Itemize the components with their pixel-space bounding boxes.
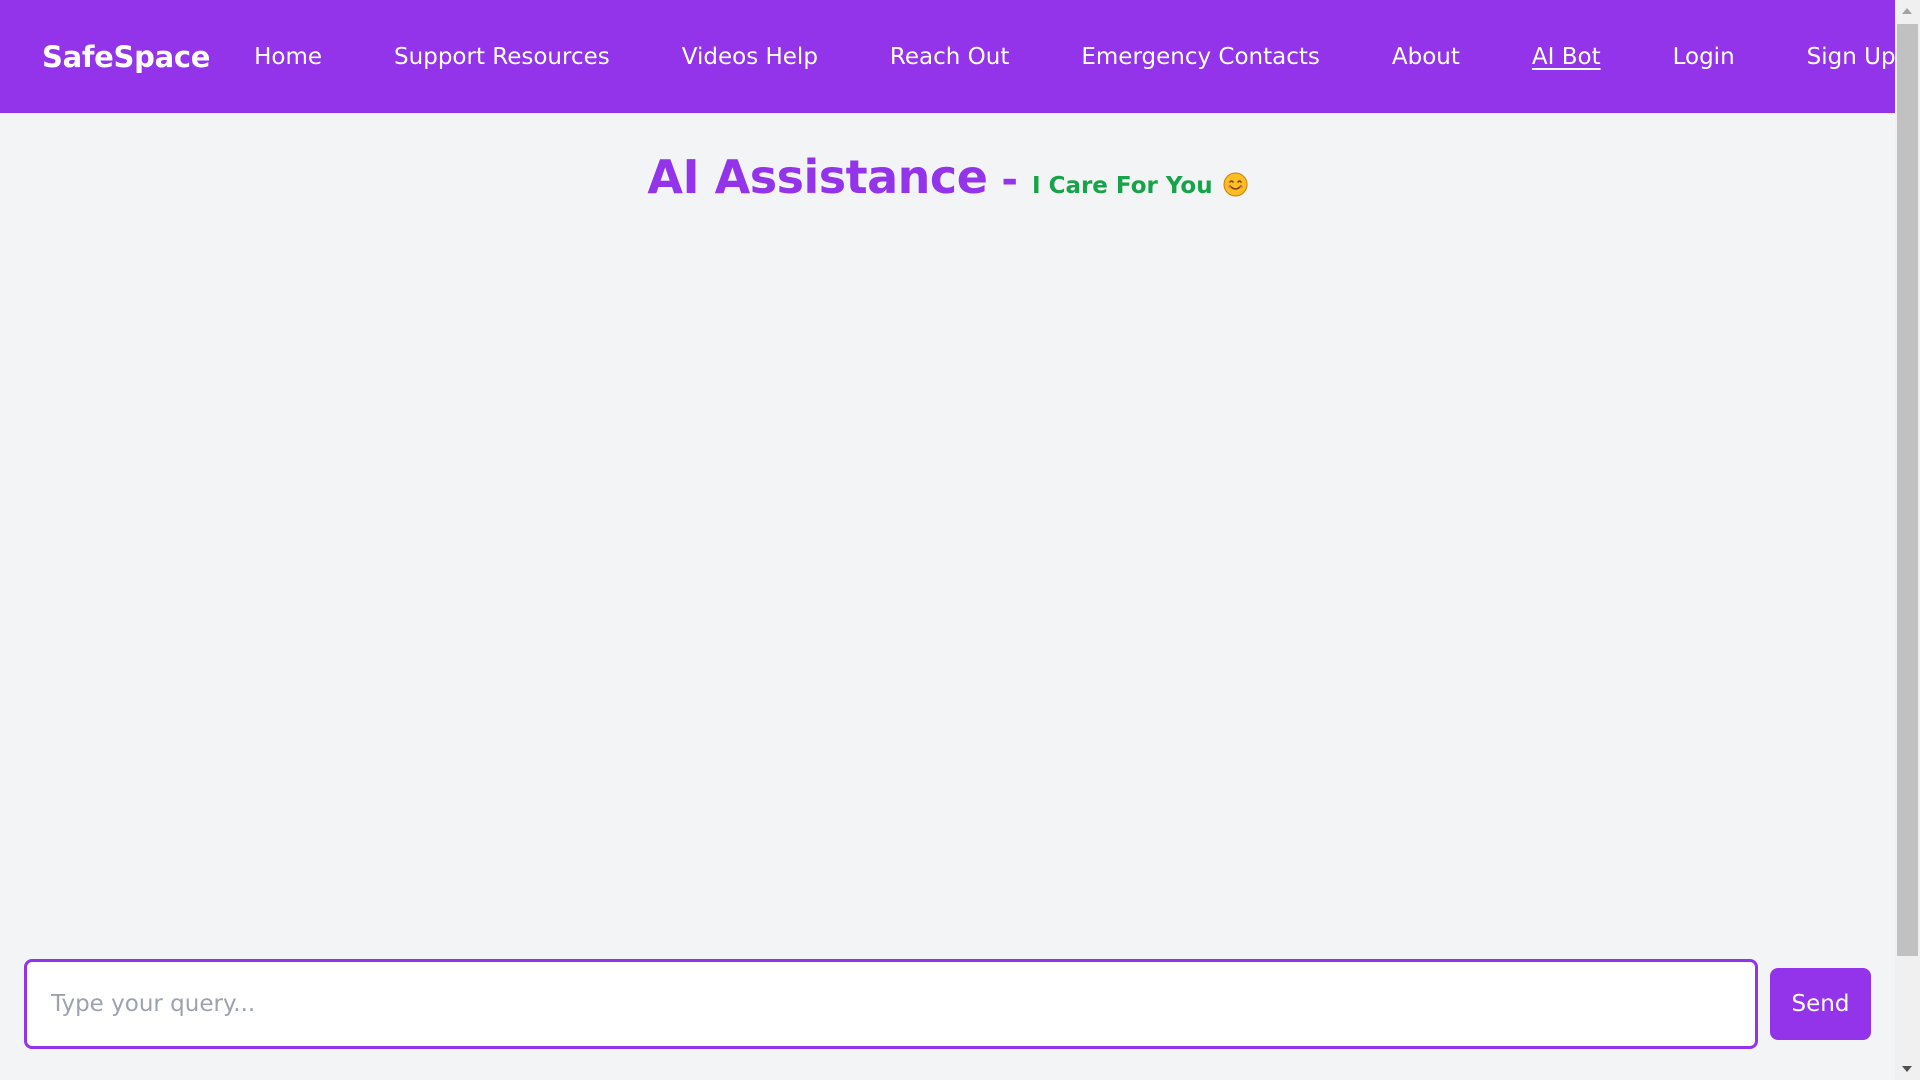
nav-links: Home Support Resources Videos Help Reach… (254, 44, 1895, 70)
query-input[interactable] (24, 959, 1758, 1049)
page-heading: AI Assistance - I Care For You (0, 150, 1895, 204)
nav-item-about[interactable]: About (1392, 44, 1460, 70)
nav-item-videos-help[interactable]: Videos Help (682, 44, 818, 70)
navbar: SafeSpace Home Support Resources Videos … (0, 0, 1896, 113)
page-subtitle: I Care For You (1032, 173, 1213, 199)
nav-item-home[interactable]: Home (254, 44, 322, 70)
nav-item-login[interactable]: Login (1673, 44, 1735, 70)
page: SafeSpace Home Support Resources Videos … (0, 0, 1920, 1080)
smile-emoji-icon (1223, 172, 1248, 197)
nav-item-emergency-contacts[interactable]: Emergency Contacts (1081, 44, 1320, 70)
scroll-up-icon[interactable] (1902, 8, 1912, 14)
brand-name[interactable]: SafeSpace (42, 40, 210, 74)
nav-item-support-resources[interactable]: Support Resources (394, 44, 610, 70)
scroll-down-icon[interactable] (1902, 1066, 1912, 1072)
vertical-scrollbar[interactable] (1895, 0, 1920, 1080)
nav-item-ai-bot[interactable]: AI Bot (1532, 44, 1601, 70)
title-separator: - (1001, 157, 1018, 203)
send-button[interactable]: Send (1770, 968, 1871, 1040)
page-title: AI Assistance (647, 150, 988, 204)
nav-item-reach-out[interactable]: Reach Out (890, 44, 1009, 70)
scroll-thumb[interactable] (1897, 24, 1918, 956)
nav-item-sign-up[interactable]: Sign Up (1807, 44, 1896, 70)
